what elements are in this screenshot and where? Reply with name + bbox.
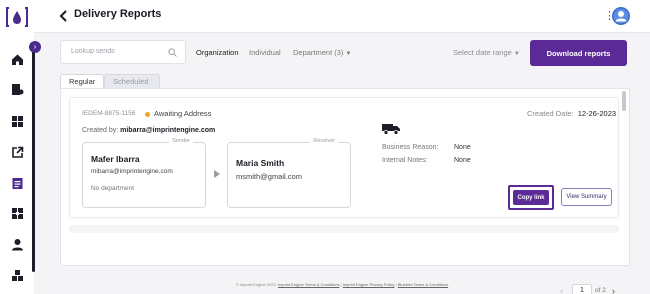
sidebar: ›	[0, 0, 41, 294]
created-date: Created Date: 12-26-2023	[527, 109, 616, 118]
created-by-label: Created by:	[82, 127, 119, 134]
sender-legend: Sender	[169, 138, 193, 144]
scrollbar[interactable]	[622, 91, 626, 111]
receiver-box: Receiver Maria Smith msmith@gmail.com	[227, 138, 351, 208]
tab-regular[interactable]: Regular	[60, 74, 104, 88]
dashboard-icon[interactable]	[10, 114, 24, 128]
internal-notes-label: Internal Notes:	[382, 157, 428, 164]
truck-icon	[382, 124, 400, 135]
reports-icon[interactable]	[10, 176, 24, 190]
download-reports-button[interactable]: Download reports	[530, 40, 627, 66]
search-input[interactable]	[71, 48, 161, 55]
home-icon[interactable]	[10, 52, 24, 66]
main-panel: Organization Individual Department (3) ▼…	[60, 40, 632, 294]
filter-individual[interactable]: Individual	[249, 48, 281, 57]
copy-link-highlight: Copy link	[508, 185, 554, 210]
send-code: IEDEM-8875-1156	[82, 110, 136, 117]
created-date-value: 12-26-2023	[577, 109, 617, 118]
search-box[interactable]	[60, 40, 186, 64]
reports-list: IEDEM-8875-1156 Awaiting Address Created…	[60, 88, 630, 294]
sender-name: Mafer Ibarra	[91, 154, 140, 164]
receiver-legend: Receiver	[310, 138, 338, 144]
avatar[interactable]	[612, 7, 630, 25]
footer-link-privacy[interactable]: Imprint Engine Privacy Policy	[343, 282, 395, 287]
sidebar-rail	[32, 44, 35, 272]
chevron-down-icon: ▼	[513, 51, 520, 57]
app-root: › Delivery Reports ⋮ Lookup sends Organi…	[0, 0, 650, 294]
user-icon[interactable]	[10, 237, 24, 251]
view-summary-button[interactable]: View Summary	[561, 188, 612, 206]
sender-department: No department	[91, 185, 134, 192]
status-badge: Awaiting Address	[154, 109, 212, 118]
receiver-name: Maria Smith	[236, 158, 285, 168]
page-total: of 2	[595, 287, 606, 294]
back-arrow-icon[interactable]	[58, 9, 70, 23]
filter-department-label: Department (3)	[293, 48, 344, 57]
created-date-label: Created Date:	[527, 109, 574, 118]
search-icon[interactable]	[168, 48, 177, 57]
filter-organization[interactable]: Organization	[196, 48, 239, 57]
expand-sidebar-button[interactable]: ›	[29, 41, 41, 53]
tab-scheduled[interactable]: Scheduled	[104, 74, 160, 88]
logo-icon[interactable]	[6, 6, 28, 28]
date-range-label: Select date range	[453, 48, 512, 57]
next-page-icon[interactable]: ›	[612, 286, 615, 294]
more-options-icon[interactable]: ⋮	[604, 10, 615, 22]
footer: © Imprint Engine 2023. Imprint Engine Te…	[235, 282, 449, 287]
business-reason-value: None	[454, 144, 471, 151]
copy-link-button[interactable]: Copy link	[513, 190, 549, 205]
report-card-next[interactable]	[69, 225, 619, 233]
chevron-down-icon: ▼	[345, 51, 352, 57]
footer-link-terms[interactable]: Imprint Engine Terms & Conditions	[278, 282, 340, 287]
internal-notes-value: None	[454, 157, 471, 164]
footer-link-bluebird[interactable]: Bluebird Terms & Conditions	[398, 282, 448, 287]
filter-department[interactable]: Department (3) ▼	[293, 48, 351, 57]
business-reason-label: Business Reason:	[382, 144, 439, 151]
top-header: Delivery Reports ⋮	[34, 0, 650, 33]
external-link-icon[interactable]	[10, 145, 24, 159]
page-title: Delivery Reports	[74, 8, 162, 20]
sends-icon[interactable]	[10, 82, 24, 96]
created-by: Created by: mibarra@imprintengine.com	[82, 127, 215, 134]
status-dot	[145, 112, 150, 117]
integrations-icon[interactable]	[10, 206, 24, 220]
footer-copyright: © Imprint Engine 2023.	[235, 282, 277, 287]
date-range-select[interactable]: Select date range ▼	[453, 48, 520, 57]
inventory-icon[interactable]	[10, 268, 24, 282]
arrow-right-icon	[214, 170, 220, 178]
sender-email: mibarra@imprintengine.com	[91, 168, 173, 175]
report-card: IEDEM-8875-1156 Awaiting Address Created…	[69, 97, 619, 218]
created-by-email: mibarra@imprintengine.com	[120, 127, 216, 134]
receiver-email: msmith@gmail.com	[236, 172, 302, 181]
prev-page-icon[interactable]: ‹	[560, 286, 563, 294]
sender-box: Sender Mafer Ibarra mibarra@imprintengin…	[82, 138, 206, 208]
